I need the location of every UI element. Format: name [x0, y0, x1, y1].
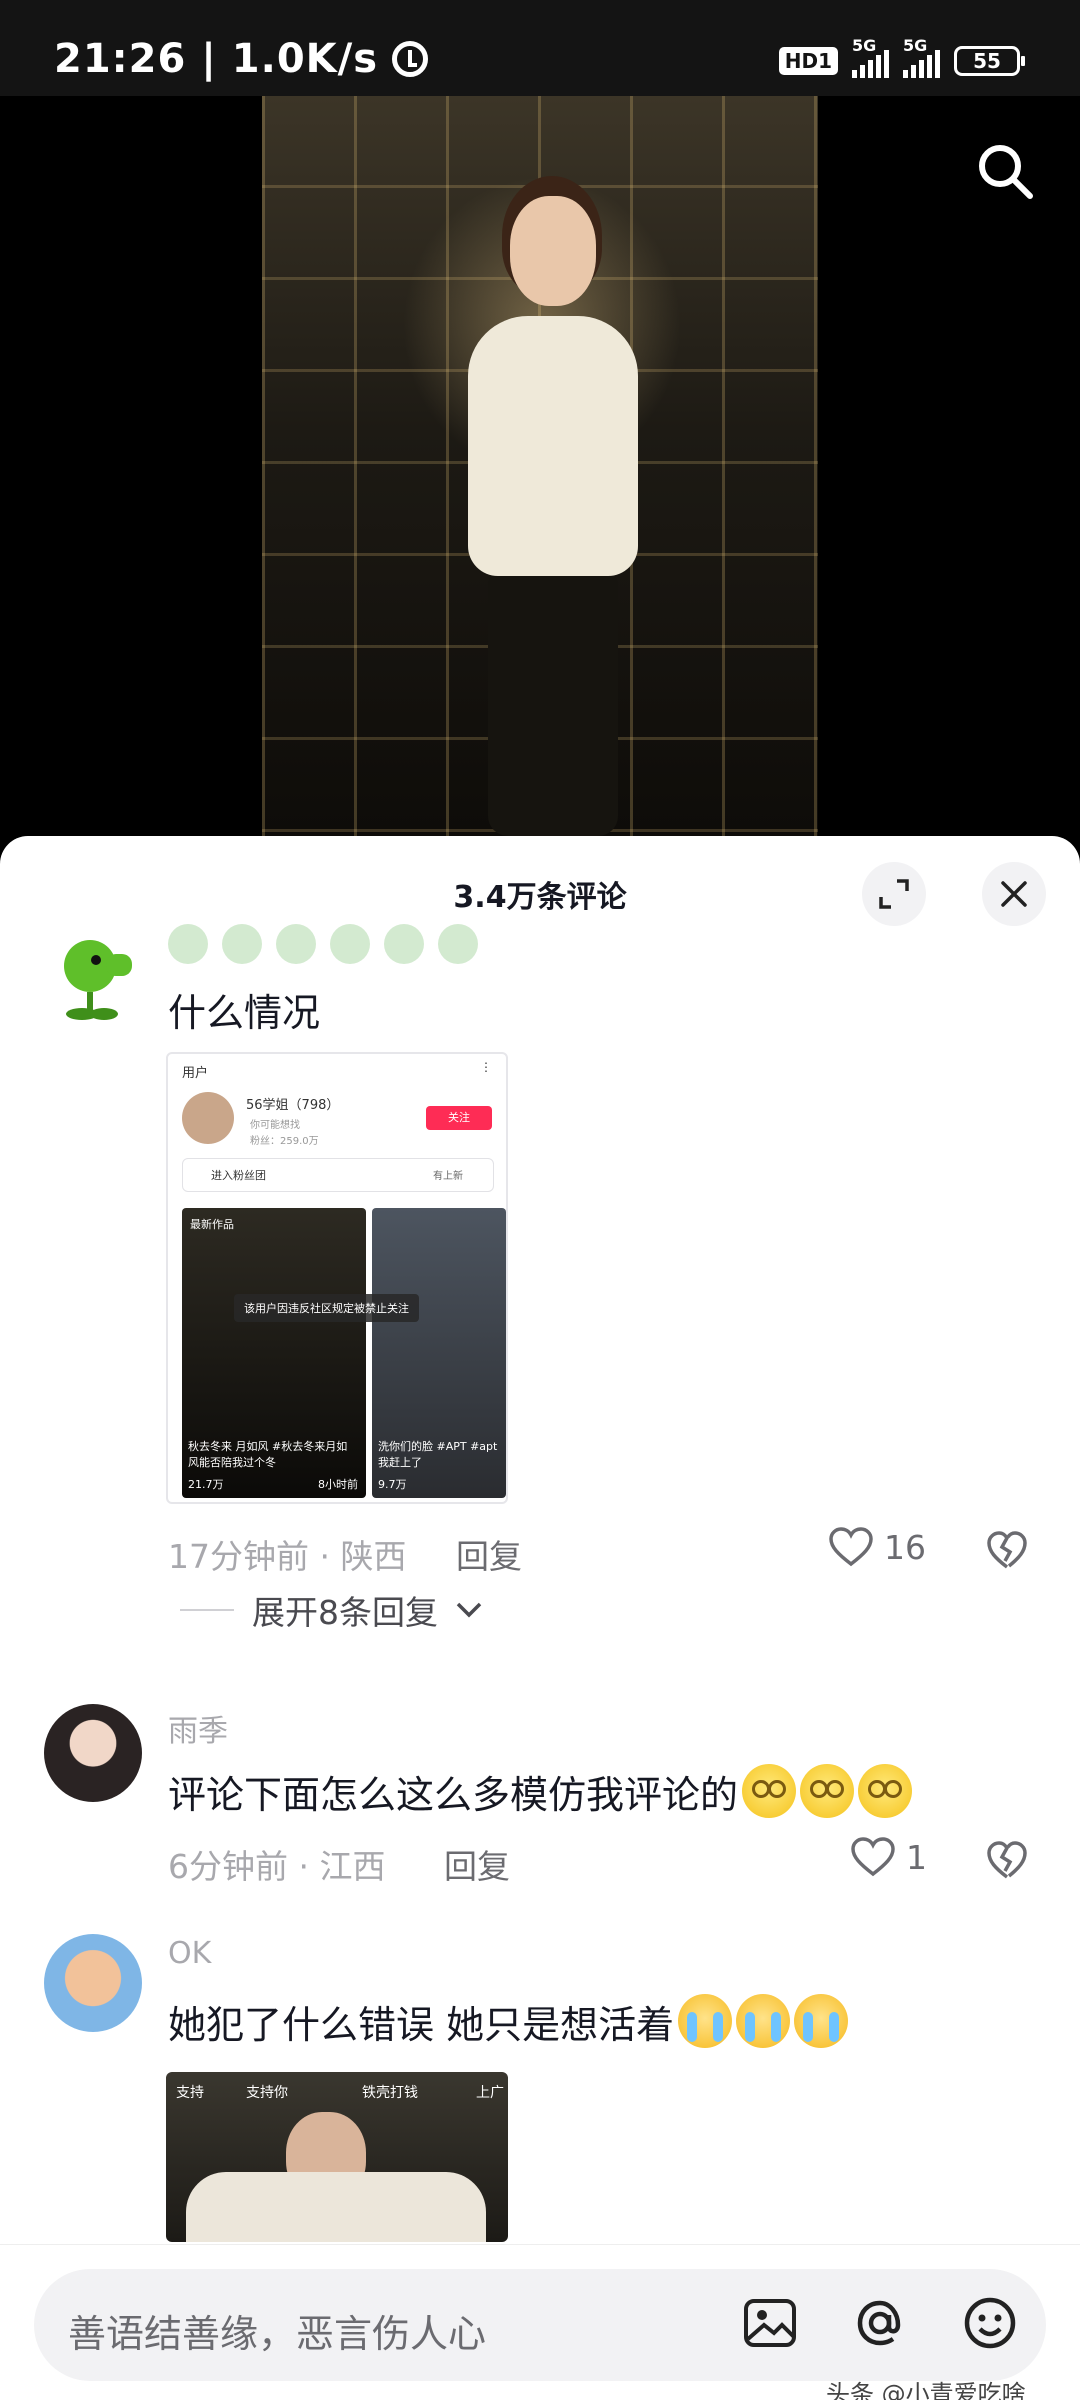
comment-location: 江西: [319, 1847, 386, 1886]
avatar[interactable]: [44, 926, 142, 1024]
video-person: [452, 156, 652, 836]
comment-text: 什么情况: [168, 991, 321, 1035]
shot-follow-button: 关注: [426, 1106, 492, 1130]
video-frame[interactable]: [262, 96, 818, 836]
expand-icon: [879, 879, 909, 909]
comment-username[interactable]: OK: [168, 1936, 211, 1971]
dizzy-emoji-icon: [742, 1764, 797, 1818]
shot-fans-group: 进入粉丝团 有上新: [182, 1158, 494, 1192]
chevron-down-icon: [456, 1602, 482, 1618]
net-label-2: 5G: [903, 36, 928, 55]
dizzy-emoji-icon: [858, 1764, 913, 1818]
shot-fans-count: 粉丝：259.0万: [250, 1136, 319, 1147]
comment-input-placeholder: 善语结善缘，恶言伤人心: [68, 2312, 487, 2356]
hd-badge: HD1: [778, 47, 838, 75]
like-button[interactable]: 1: [850, 1836, 927, 1878]
alarm-icon: [392, 41, 429, 77]
shot-likes-2: 9.7万: [378, 1478, 407, 1491]
shot-likes-1: 21.7万: [188, 1478, 224, 1491]
shot-fans-group-tag: 有上新: [433, 1171, 463, 1182]
expand-replies-label: 展开8条回复: [252, 1593, 438, 1632]
close-icon: [1001, 881, 1027, 907]
status-left: 21:26 | 1.0K/s: [54, 36, 429, 82]
status-right: HD1 5G 5G 55: [778, 36, 1025, 78]
crying-emoji-icon: [678, 1994, 733, 2048]
crying-emoji-icon: [736, 1994, 791, 2048]
close-button[interactable]: [982, 862, 1046, 926]
battery-icon: 55: [954, 46, 1025, 76]
comment-time: 17分钟前: [168, 1537, 309, 1576]
emoji-icon[interactable]: [962, 2295, 1018, 2351]
search-icon[interactable]: [976, 142, 1034, 200]
status-time: 21:26: [54, 36, 187, 82]
comment-time: 6分钟前: [168, 1847, 288, 1886]
comment-text-wrap: 她犯了什么错误 她只是想活着: [168, 1994, 849, 2049]
expand-replies-button[interactable]: 展开8条回复: [180, 1586, 482, 1634]
shot-ban-notice: 该用户因违反社区规定被禁止关注: [234, 1294, 419, 1322]
shot-name: 56学姐（798）: [246, 1098, 340, 1113]
shot-works-tag: 最新作品: [190, 1218, 234, 1231]
reply-button[interactable]: 回复: [444, 1840, 510, 1888]
username-hidden-dots: [168, 924, 478, 964]
avatar[interactable]: [44, 1704, 142, 1802]
more-icon: ⋮: [480, 1060, 492, 1074]
heart-icon: [829, 1527, 873, 1567]
comment-text: 评论下面怎么这么多模仿我评论的: [168, 1773, 739, 1817]
shot-avatar: [182, 1092, 234, 1144]
shot-caption-1b: 风能否陪我过个冬: [188, 1456, 276, 1469]
image-icon[interactable]: [742, 2295, 798, 2351]
net-label-1: 5G: [852, 36, 877, 55]
video-tag-4: 上广: [476, 2085, 504, 2101]
shot-sub: 你可能想找: [250, 1120, 300, 1131]
comment-text-wrap: 评论下面怎么这么多模仿我评论的: [168, 1764, 913, 1819]
signal-icon-2: 5G: [903, 36, 940, 78]
heart-icon: [851, 1837, 895, 1877]
comment-username[interactable]: 雨季: [168, 1706, 228, 1750]
shot-thumb-1: 最新作品 秋去冬来 月如风 #秋去冬来月如 风能否陪我过个冬 21.7万 8小时…: [182, 1208, 366, 1498]
like-count: 16: [884, 1527, 926, 1567]
reply-button[interactable]: 回复: [456, 1530, 522, 1578]
video-player[interactable]: [0, 96, 1080, 836]
peashooter-avatar-icon: [64, 940, 132, 1020]
status-separator: |: [186, 36, 232, 82]
divider-line: [180, 1609, 234, 1611]
video-tag-1: 支持: [176, 2085, 204, 2101]
dislike-icon[interactable]: [986, 1840, 1028, 1882]
comment-sheet: 3.4万条评论 什么情况 用户 ⋮ 56学姐（798） 你可能想找 粉丝：259…: [0, 836, 1080, 2400]
shot-caption-2b: 我赶上了: [378, 1456, 422, 1469]
comment-image[interactable]: 用户 ⋮ 56学姐（798） 你可能想找 粉丝：259.0万 关注 进入粉丝团 …: [166, 1052, 508, 1504]
video-tag-2: 支持你: [246, 2085, 288, 2101]
at-icon[interactable]: [852, 2295, 908, 2351]
comment-location: 陕西: [340, 1537, 407, 1576]
like-button[interactable]: 16: [828, 1526, 926, 1568]
video-person-body: [186, 2172, 486, 2242]
shot-caption-2: 洗你们的脸 #APT #apt: [378, 1440, 498, 1453]
comment-text: 她犯了什么错误 她只是想活着: [168, 2003, 675, 2047]
comment-meta: 6分钟前 · 江西: [168, 1847, 386, 1886]
shot-header: 用户: [182, 1066, 209, 1081]
comment-video[interactable]: 支持 支持你 铁壳打钱 上广: [166, 2072, 508, 2242]
avatar[interactable]: [44, 1934, 142, 2032]
dislike-icon[interactable]: [986, 1530, 1028, 1572]
shot-thumb-2: 洗你们的脸 #APT #apt 我赶上了 9.7万: [372, 1208, 506, 1498]
crying-emoji-icon: [794, 1994, 849, 2048]
shot-ago-1: 8小时前: [318, 1478, 358, 1491]
shot-caption-1: 秋去冬来 月如风 #秋去冬来月如: [188, 1440, 348, 1453]
shot-fans-group-label: 进入粉丝团: [211, 1169, 266, 1182]
like-count: 1: [906, 1837, 927, 1877]
comment-meta: 17分钟前 · 陕西: [168, 1537, 407, 1576]
video-tag-3: 铁壳打钱: [362, 2085, 418, 2101]
signal-icon-1: 5G: [852, 36, 889, 78]
status-bar: 21:26 | 1.0K/s HD1 5G 5G 55: [0, 0, 1080, 96]
expand-button[interactable]: [862, 862, 926, 926]
dizzy-emoji-icon: [800, 1764, 855, 1818]
watermark: 头条 @小青爱吃啥: [826, 2380, 1026, 2400]
status-speed: 1.0K/s: [231, 36, 379, 82]
